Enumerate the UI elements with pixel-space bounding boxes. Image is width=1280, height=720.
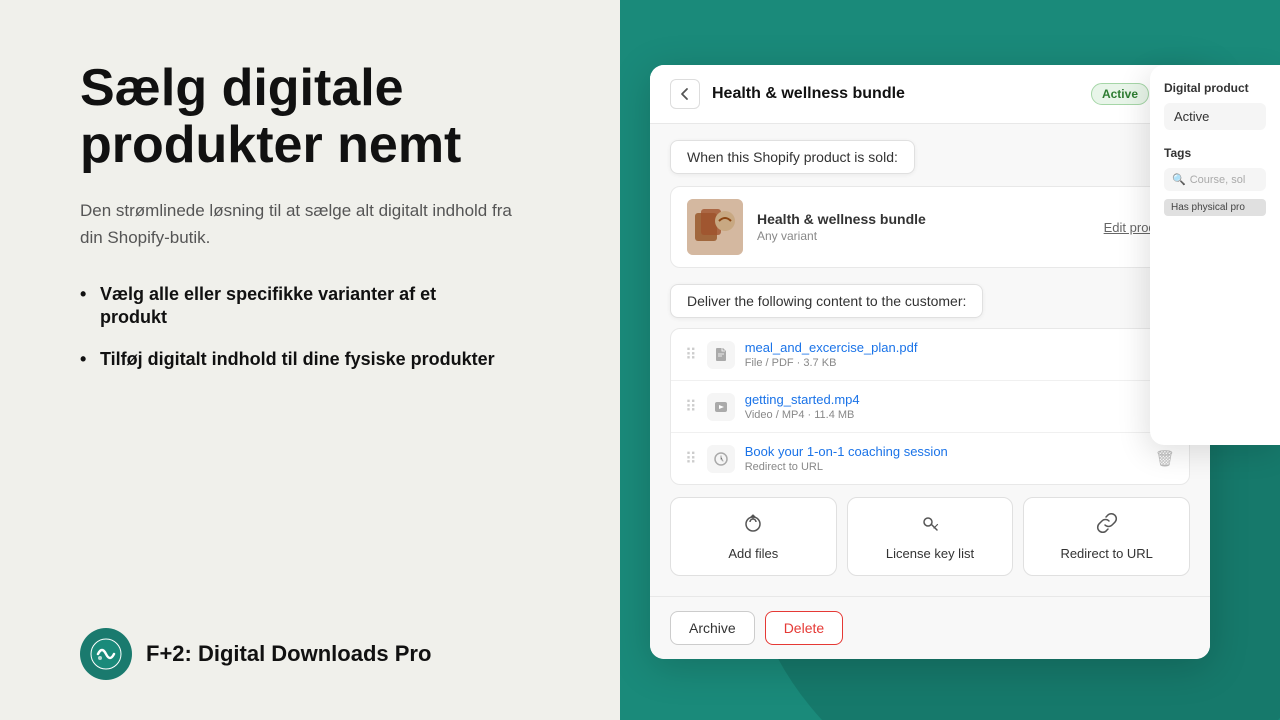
file-name-1: getting_started.mp4 [745, 392, 1145, 407]
delete-file-2[interactable]: 🗑 [1155, 449, 1175, 469]
add-files-label: Add files [728, 546, 778, 561]
file-row-2: ⠿ Book your 1-on-1 coaching session Redi… [671, 433, 1189, 484]
product-image [687, 199, 743, 255]
file-name-2: Book your 1-on-1 coaching session [745, 444, 1145, 459]
logo-row: F+2: Digital Downloads Pro [80, 628, 570, 680]
main-heading: Sælg digitale produkter nemt [80, 60, 570, 174]
file-icon-0 [707, 341, 735, 369]
archive-button[interactable]: Archive [670, 611, 755, 645]
app-card: Health & wellness bundle Active Arc When… [650, 65, 1210, 659]
license-key-label: License key list [886, 546, 974, 561]
left-panel: Sælg digitale produkter nemt Den strømli… [0, 0, 620, 720]
file-list: ⠿ meal_and_excercise_plan.pdf File / PDF… [670, 328, 1190, 485]
file-meta-2: Redirect to URL [745, 461, 1145, 473]
product-info: Health & wellness bundle Any variant [757, 211, 1104, 243]
redirect-url-icon [1096, 512, 1118, 540]
license-key-button[interactable]: License key list [847, 497, 1014, 576]
deliver-label: Deliver the following content to the cus… [670, 284, 983, 318]
sub-text: Den strømlinede løsning til at sælge alt… [80, 198, 520, 251]
product-variant: Any variant [757, 229, 1104, 243]
add-files-button[interactable]: Add files [670, 497, 837, 576]
file-meta-1: Video / MP4 · 11.4 MB [745, 409, 1145, 421]
license-key-icon [919, 512, 941, 540]
drag-handle-2[interactable]: ⠿ [685, 449, 697, 469]
file-row-1: ⠿ getting_started.mp4 Video / MP4 · 11.4… [671, 381, 1189, 433]
tag-pill: Has physical pro [1164, 199, 1266, 216]
logo-text: F+2: Digital Downloads Pro [146, 641, 431, 667]
add-files-icon [742, 512, 764, 540]
redirect-url-label: Redirect to URL [1060, 546, 1152, 561]
tags-search[interactable]: 🔍 Course, sol [1164, 168, 1266, 191]
back-button[interactable] [670, 79, 700, 109]
search-icon: 🔍 [1172, 173, 1186, 186]
sold-section-label: When this Shopify product is sold: [670, 140, 915, 174]
tags-label: Tags [1164, 146, 1266, 160]
file-icon-2 [707, 445, 735, 473]
file-row-0: ⠿ meal_and_excercise_plan.pdf File / PDF… [671, 329, 1189, 381]
drag-handle-0[interactable]: ⠿ [685, 345, 697, 365]
redirect-url-button[interactable]: Redirect to URL [1023, 497, 1190, 576]
card-title: Health & wellness bundle [712, 85, 1079, 103]
deliver-section: Deliver the following content to the cus… [670, 284, 1190, 576]
sidebar-status: Active [1164, 103, 1266, 130]
product-row: Health & wellness bundle Any variant Edi… [670, 186, 1190, 268]
file-info-1: getting_started.mp4 Video / MP4 · 11.4 M… [745, 392, 1145, 421]
file-info-2: Book your 1-on-1 coaching session Redire… [745, 444, 1145, 473]
file-info-0: meal_and_excercise_plan.pdf File / PDF ·… [745, 340, 1145, 369]
file-icon-1 [707, 393, 735, 421]
bullet-list: Vælg alle eller specifikke varianter af … [80, 283, 570, 371]
bottom-bar: Archive Delete [650, 596, 1210, 659]
left-content: Sælg digitale produkter nemt Den strømli… [80, 60, 570, 389]
right-sidebar: Digital product Active Tags 🔍 Course, so… [1150, 65, 1280, 445]
logo-icon [80, 628, 132, 680]
digital-product-label: Digital product [1164, 81, 1266, 95]
card-body: When this Shopify product is sold: Healt… [650, 124, 1210, 596]
drag-handle-1[interactable]: ⠿ [685, 397, 697, 417]
card-header: Health & wellness bundle Active Arc [650, 65, 1210, 124]
product-name: Health & wellness bundle [757, 211, 1104, 227]
file-meta-0: File / PDF · 3.7 KB [745, 357, 1145, 369]
bullet-item-1: Vælg alle eller specifikke varianter af … [80, 283, 500, 330]
active-badge: Active [1091, 83, 1149, 105]
tags-search-placeholder: Course, sol [1190, 174, 1246, 186]
action-buttons: Add files License key list Redirect to U… [670, 497, 1190, 576]
delete-button[interactable]: Delete [765, 611, 843, 645]
bullet-item-2: Tilføj digitalt indhold til dine fysiske… [80, 348, 500, 371]
right-panel: Health & wellness bundle Active Arc When… [620, 0, 1280, 720]
file-name-0: meal_and_excercise_plan.pdf [745, 340, 1145, 355]
